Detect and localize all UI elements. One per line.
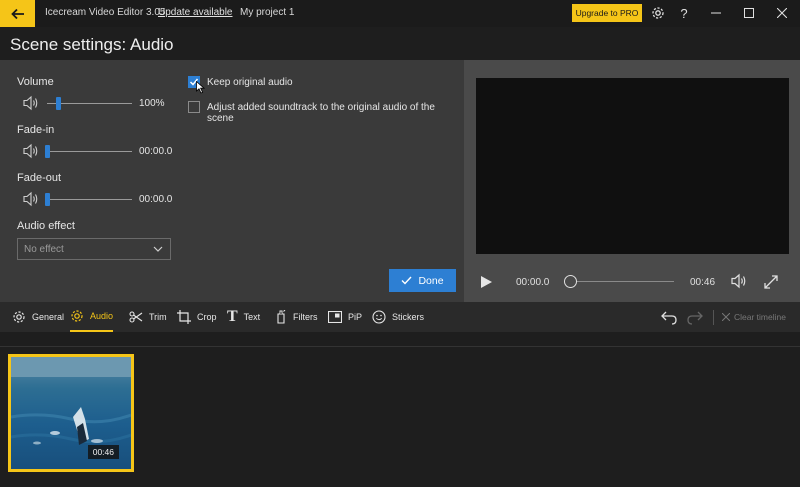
close-icon[interactable]: [772, 4, 792, 22]
fullscreen-icon[interactable]: [764, 275, 778, 289]
redo-icon[interactable]: [686, 309, 704, 325]
volume-value: 100%: [139, 98, 165, 109]
speaker-icon: [23, 143, 38, 159]
toolbar-divider: [713, 310, 714, 325]
preview-panel: [464, 60, 800, 302]
fadeout-slider-track[interactable]: [47, 199, 132, 200]
checkmark-icon: [401, 276, 412, 285]
fadein-label: Fade-in: [17, 124, 55, 136]
tool-pip[interactable]: PiP: [328, 302, 362, 332]
volume-slider-thumb[interactable]: [56, 97, 61, 110]
minimize-icon[interactable]: [706, 4, 726, 22]
volume-icon[interactable]: [730, 273, 748, 289]
clear-timeline-button[interactable]: Clear timeline: [722, 312, 786, 322]
current-time: 00:00.0: [516, 277, 550, 288]
tool-label: Text: [243, 312, 261, 322]
page-title: Scene settings: Audio: [10, 35, 174, 54]
tool-trim[interactable]: Trim: [129, 302, 167, 332]
pip-icon: [328, 311, 342, 323]
tool-label: Audio: [90, 311, 114, 321]
tool-general[interactable]: General: [12, 302, 64, 332]
tool-label: Filters: [293, 312, 318, 322]
keep-original-audio-label[interactable]: Keep original audio: [207, 77, 293, 88]
clear-timeline-label: Clear timeline: [734, 312, 786, 322]
playback-seek-track[interactable]: [571, 281, 674, 282]
audio-settings-panel: Volume 100% Fade-in 00:00.0 Fade-out 00:…: [0, 60, 464, 302]
back-arrow-icon: [10, 8, 24, 19]
upgrade-to-pro-button[interactable]: Upgrade to PRO: [572, 4, 642, 22]
fadein-value: 00:00.0: [139, 146, 173, 157]
text-icon: T: [227, 308, 238, 325]
volume-label: Volume: [17, 76, 54, 88]
play-icon[interactable]: [480, 275, 493, 289]
help-icon[interactable]: ?: [674, 4, 694, 22]
update-available-link[interactable]: Update available: [158, 7, 233, 18]
gear-icon: [71, 310, 83, 322]
tool-label: PiP: [348, 312, 363, 322]
video-preview[interactable]: [476, 78, 789, 254]
timeline-clip[interactable]: 00:46: [8, 354, 134, 472]
fadeout-slider-thumb[interactable]: [45, 193, 50, 206]
mouse-cursor-icon: [196, 81, 205, 94]
tool-label: Trim: [149, 312, 167, 322]
undo-icon[interactable]: [660, 309, 678, 325]
total-duration: 00:46: [690, 277, 716, 288]
fadeout-label: Fade-out: [17, 172, 62, 184]
close-icon: [722, 313, 730, 321]
gear-icon: [13, 311, 25, 323]
timeline-ruler: [0, 346, 800, 347]
playback-seek-thumb[interactable]: [564, 275, 577, 288]
done-button[interactable]: Done: [389, 269, 456, 292]
app-title: Icecream Video Editor 3.05: [45, 7, 166, 18]
filters-icon: [277, 310, 286, 324]
settings-gear-icon[interactable]: [648, 4, 668, 22]
scissors-icon: [129, 311, 143, 323]
audio-effect-value: No effect: [24, 244, 64, 255]
maximize-icon[interactable]: [739, 4, 759, 22]
tool-audio[interactable]: Audio: [70, 302, 114, 332]
tool-stickers[interactable]: Stickers: [372, 302, 424, 332]
tool-crop[interactable]: Crop: [177, 302, 217, 332]
fadein-slider-thumb[interactable]: [45, 145, 50, 158]
title-bar: Icecream Video Editor 3.05 Update availa…: [0, 0, 800, 27]
fadeout-value: 00:00.0: [139, 194, 173, 205]
tool-filters[interactable]: Filters: [275, 302, 318, 332]
adjust-soundtrack-label[interactable]: Adjust added soundtrack to the original …: [207, 102, 464, 124]
project-name: My project 1: [240, 7, 295, 18]
tools-bar: General Audio Trim Crop T Text Filters P…: [0, 302, 800, 332]
back-button[interactable]: [0, 0, 35, 27]
tool-label: Stickers: [392, 312, 425, 322]
tool-label: Crop: [197, 312, 217, 322]
audio-effect-label: Audio effect: [17, 220, 75, 232]
audio-effect-dropdown[interactable]: No effect: [17, 238, 171, 260]
fadein-slider-track[interactable]: [47, 151, 132, 152]
tool-text[interactable]: T Text: [227, 302, 260, 332]
tool-label: General: [32, 312, 65, 322]
speaker-icon: [23, 191, 38, 207]
chevron-down-icon: [153, 246, 163, 252]
done-label: Done: [418, 274, 444, 287]
speaker-icon: [23, 95, 38, 111]
crop-icon: [177, 310, 191, 324]
clip-duration-badge: 00:46: [87, 445, 119, 459]
adjust-soundtrack-checkbox[interactable]: [188, 101, 200, 113]
smiley-icon: [372, 310, 386, 324]
